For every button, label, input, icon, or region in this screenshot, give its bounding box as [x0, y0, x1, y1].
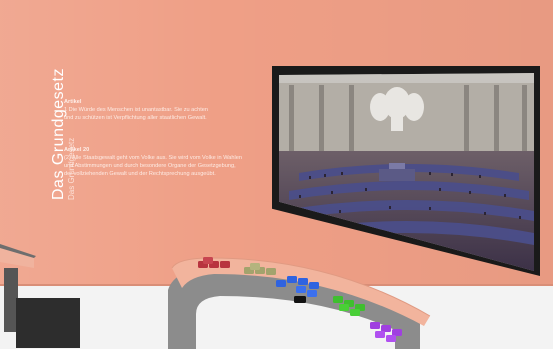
article-1-line: 1 Die Würde des Menschen ist unantastbar…	[64, 107, 208, 113]
indicator-light	[294, 296, 306, 303]
red-key[interactable]	[220, 261, 230, 268]
article-2-text: Artikel 20 (2) Alle Staatsgewalt geht vo…	[64, 146, 254, 178]
purple-key[interactable]	[386, 335, 396, 342]
exhibit-title: Das Grundgesetz	[50, 67, 67, 200]
purple-key[interactable]	[375, 331, 385, 338]
olive-key[interactable]	[250, 263, 260, 270]
floor	[0, 286, 553, 349]
article-2-line: und Abstimmungen und durch besondere Org…	[64, 163, 236, 169]
blue-key[interactable]	[296, 286, 306, 293]
article-2-heading: Artikel 20	[64, 147, 90, 153]
green-key[interactable]	[350, 309, 360, 316]
blue-key[interactable]	[298, 278, 308, 285]
article-1-line: und zu schützen ist Verpflichtung aller …	[64, 115, 207, 121]
blue-key[interactable]	[307, 290, 317, 297]
red-key[interactable]	[203, 257, 213, 264]
article-1-text: Artikel 1 Die Würde des Menschen ist una…	[64, 98, 264, 122]
blue-key[interactable]	[276, 280, 286, 287]
blue-key[interactable]	[287, 276, 297, 283]
museum-scene: Das Grundgesetz Das Grundgesetz Artikel …	[0, 0, 553, 349]
article-2-line: (2) Alle Staatsgewalt geht vom Volke aus…	[64, 155, 242, 161]
purple-key[interactable]	[370, 322, 380, 329]
olive-key[interactable]	[266, 268, 276, 275]
green-key[interactable]	[333, 296, 343, 303]
article-2-line: der vollziehenden Gewalt und der Rechtsp…	[64, 171, 216, 177]
article-1-heading: Artikel	[64, 99, 82, 105]
blue-key[interactable]	[309, 282, 319, 289]
green-key[interactable]	[339, 304, 349, 311]
